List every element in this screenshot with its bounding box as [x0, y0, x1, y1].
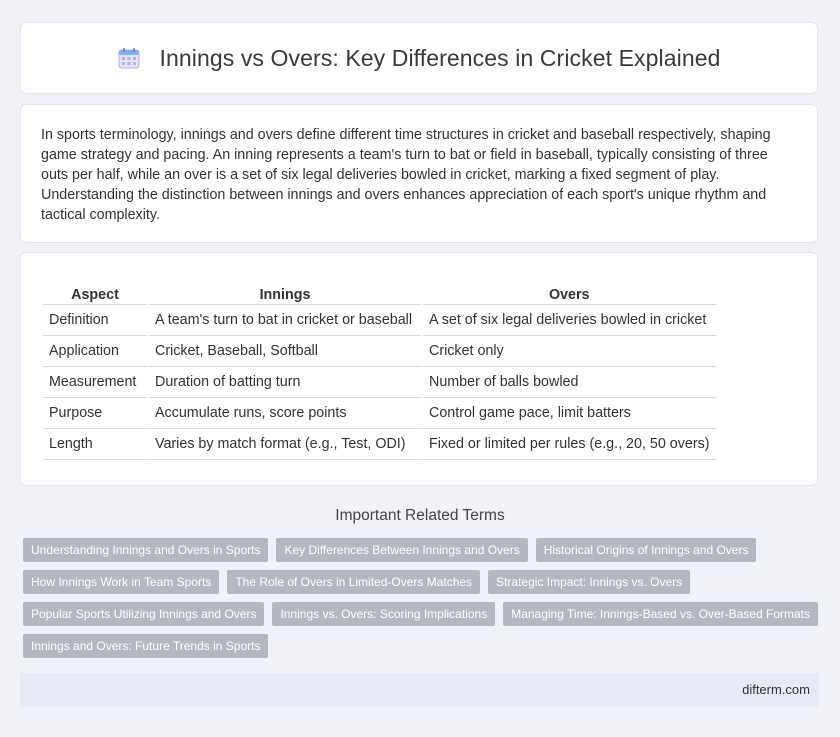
- intro-paragraph: In sports terminology, innings and overs…: [41, 127, 771, 223]
- tag-row: Innings and Overs: Future Trends in Spor…: [23, 634, 823, 658]
- cell-innings: Accumulate runs, score points: [149, 398, 421, 429]
- cell-overs: Cricket only: [423, 336, 716, 367]
- table-row: Application Cricket, Baseball, Softball …: [43, 336, 716, 367]
- page-title: Innings vs Overs: Key Differences in Cri…: [159, 44, 721, 71]
- tag-row: Popular Sports Utilizing Innings and Ove…: [23, 602, 823, 626]
- header-overs: Overs: [423, 283, 716, 305]
- related-term-link[interactable]: Innings vs. Overs: Scoring Implications: [272, 602, 496, 626]
- cell-innings: Duration of batting turn: [149, 367, 421, 398]
- related-term-link[interactable]: Understanding Innings and Overs in Sport…: [23, 538, 269, 562]
- cell-overs: A set of six legal deliveries bowled in …: [423, 305, 716, 336]
- table-row: Purpose Accumulate runs, score points Co…: [43, 398, 716, 429]
- header-card: Innings vs Overs: Key Differences in Cri…: [20, 22, 818, 94]
- cell-aspect: Measurement: [43, 367, 147, 398]
- related-term-link[interactable]: How Innings Work in Team Sports: [23, 570, 220, 594]
- comparison-table-card: Aspect Innings Overs Definition A team's…: [20, 252, 818, 486]
- cell-aspect: Definition: [43, 305, 147, 336]
- related-terms-list: Understanding Innings and Overs in Sport…: [23, 538, 823, 666]
- header-aspect: Aspect: [43, 283, 147, 305]
- cell-aspect: Purpose: [43, 398, 147, 429]
- cell-aspect: Application: [43, 336, 147, 367]
- related-term-link[interactable]: Popular Sports Utilizing Innings and Ove…: [23, 602, 265, 626]
- cell-innings: Cricket, Baseball, Softball: [149, 336, 421, 367]
- cell-overs: Number of balls bowled: [423, 367, 716, 398]
- footer: difterm.com: [20, 673, 818, 707]
- tag-row: Understanding Innings and Overs in Sport…: [23, 538, 823, 562]
- cell-innings: A team's turn to bat in cricket or baseb…: [149, 305, 421, 336]
- related-terms-title: Important Related Terms: [335, 507, 505, 524]
- related-term-link[interactable]: Historical Origins of Innings and Overs: [535, 538, 757, 562]
- table-header-row: Aspect Innings Overs: [43, 283, 716, 305]
- title-wrap: Innings vs Overs: Key Differences in Cri…: [117, 45, 720, 72]
- cell-overs: Control game pace, limit batters: [423, 398, 716, 429]
- calendar-icon: [117, 46, 141, 70]
- table-row: Measurement Duration of batting turn Num…: [43, 367, 716, 398]
- cell-aspect: Length: [43, 429, 147, 460]
- cell-overs: Fixed or limited per rules (e.g., 20, 50…: [423, 429, 716, 460]
- table-row: Length Varies by match format (e.g., Tes…: [43, 429, 716, 460]
- related-term-link[interactable]: The Role of Overs in Limited-Overs Match…: [227, 570, 481, 594]
- header-innings: Innings: [149, 283, 421, 305]
- related-term-link[interactable]: Key Differences Between Innings and Over…: [276, 538, 528, 562]
- related-term-link[interactable]: Managing Time: Innings-Based vs. Over-Ba…: [503, 602, 818, 626]
- table-row: Definition A team's turn to bat in crick…: [43, 305, 716, 336]
- related-term-link[interactable]: Strategic Impact: Innings vs. Overs: [488, 570, 691, 594]
- comparison-table: Aspect Innings Overs Definition A team's…: [41, 283, 718, 460]
- related-term-link[interactable]: Innings and Overs: Future Trends in Spor…: [23, 634, 269, 658]
- cell-innings: Varies by match format (e.g., Test, ODI): [149, 429, 421, 460]
- tag-row: How Innings Work in Team Sports The Role…: [23, 570, 823, 594]
- intro-card: In sports terminology, innings and overs…: [20, 104, 818, 243]
- footer-brand-link[interactable]: difterm.com: [742, 682, 810, 697]
